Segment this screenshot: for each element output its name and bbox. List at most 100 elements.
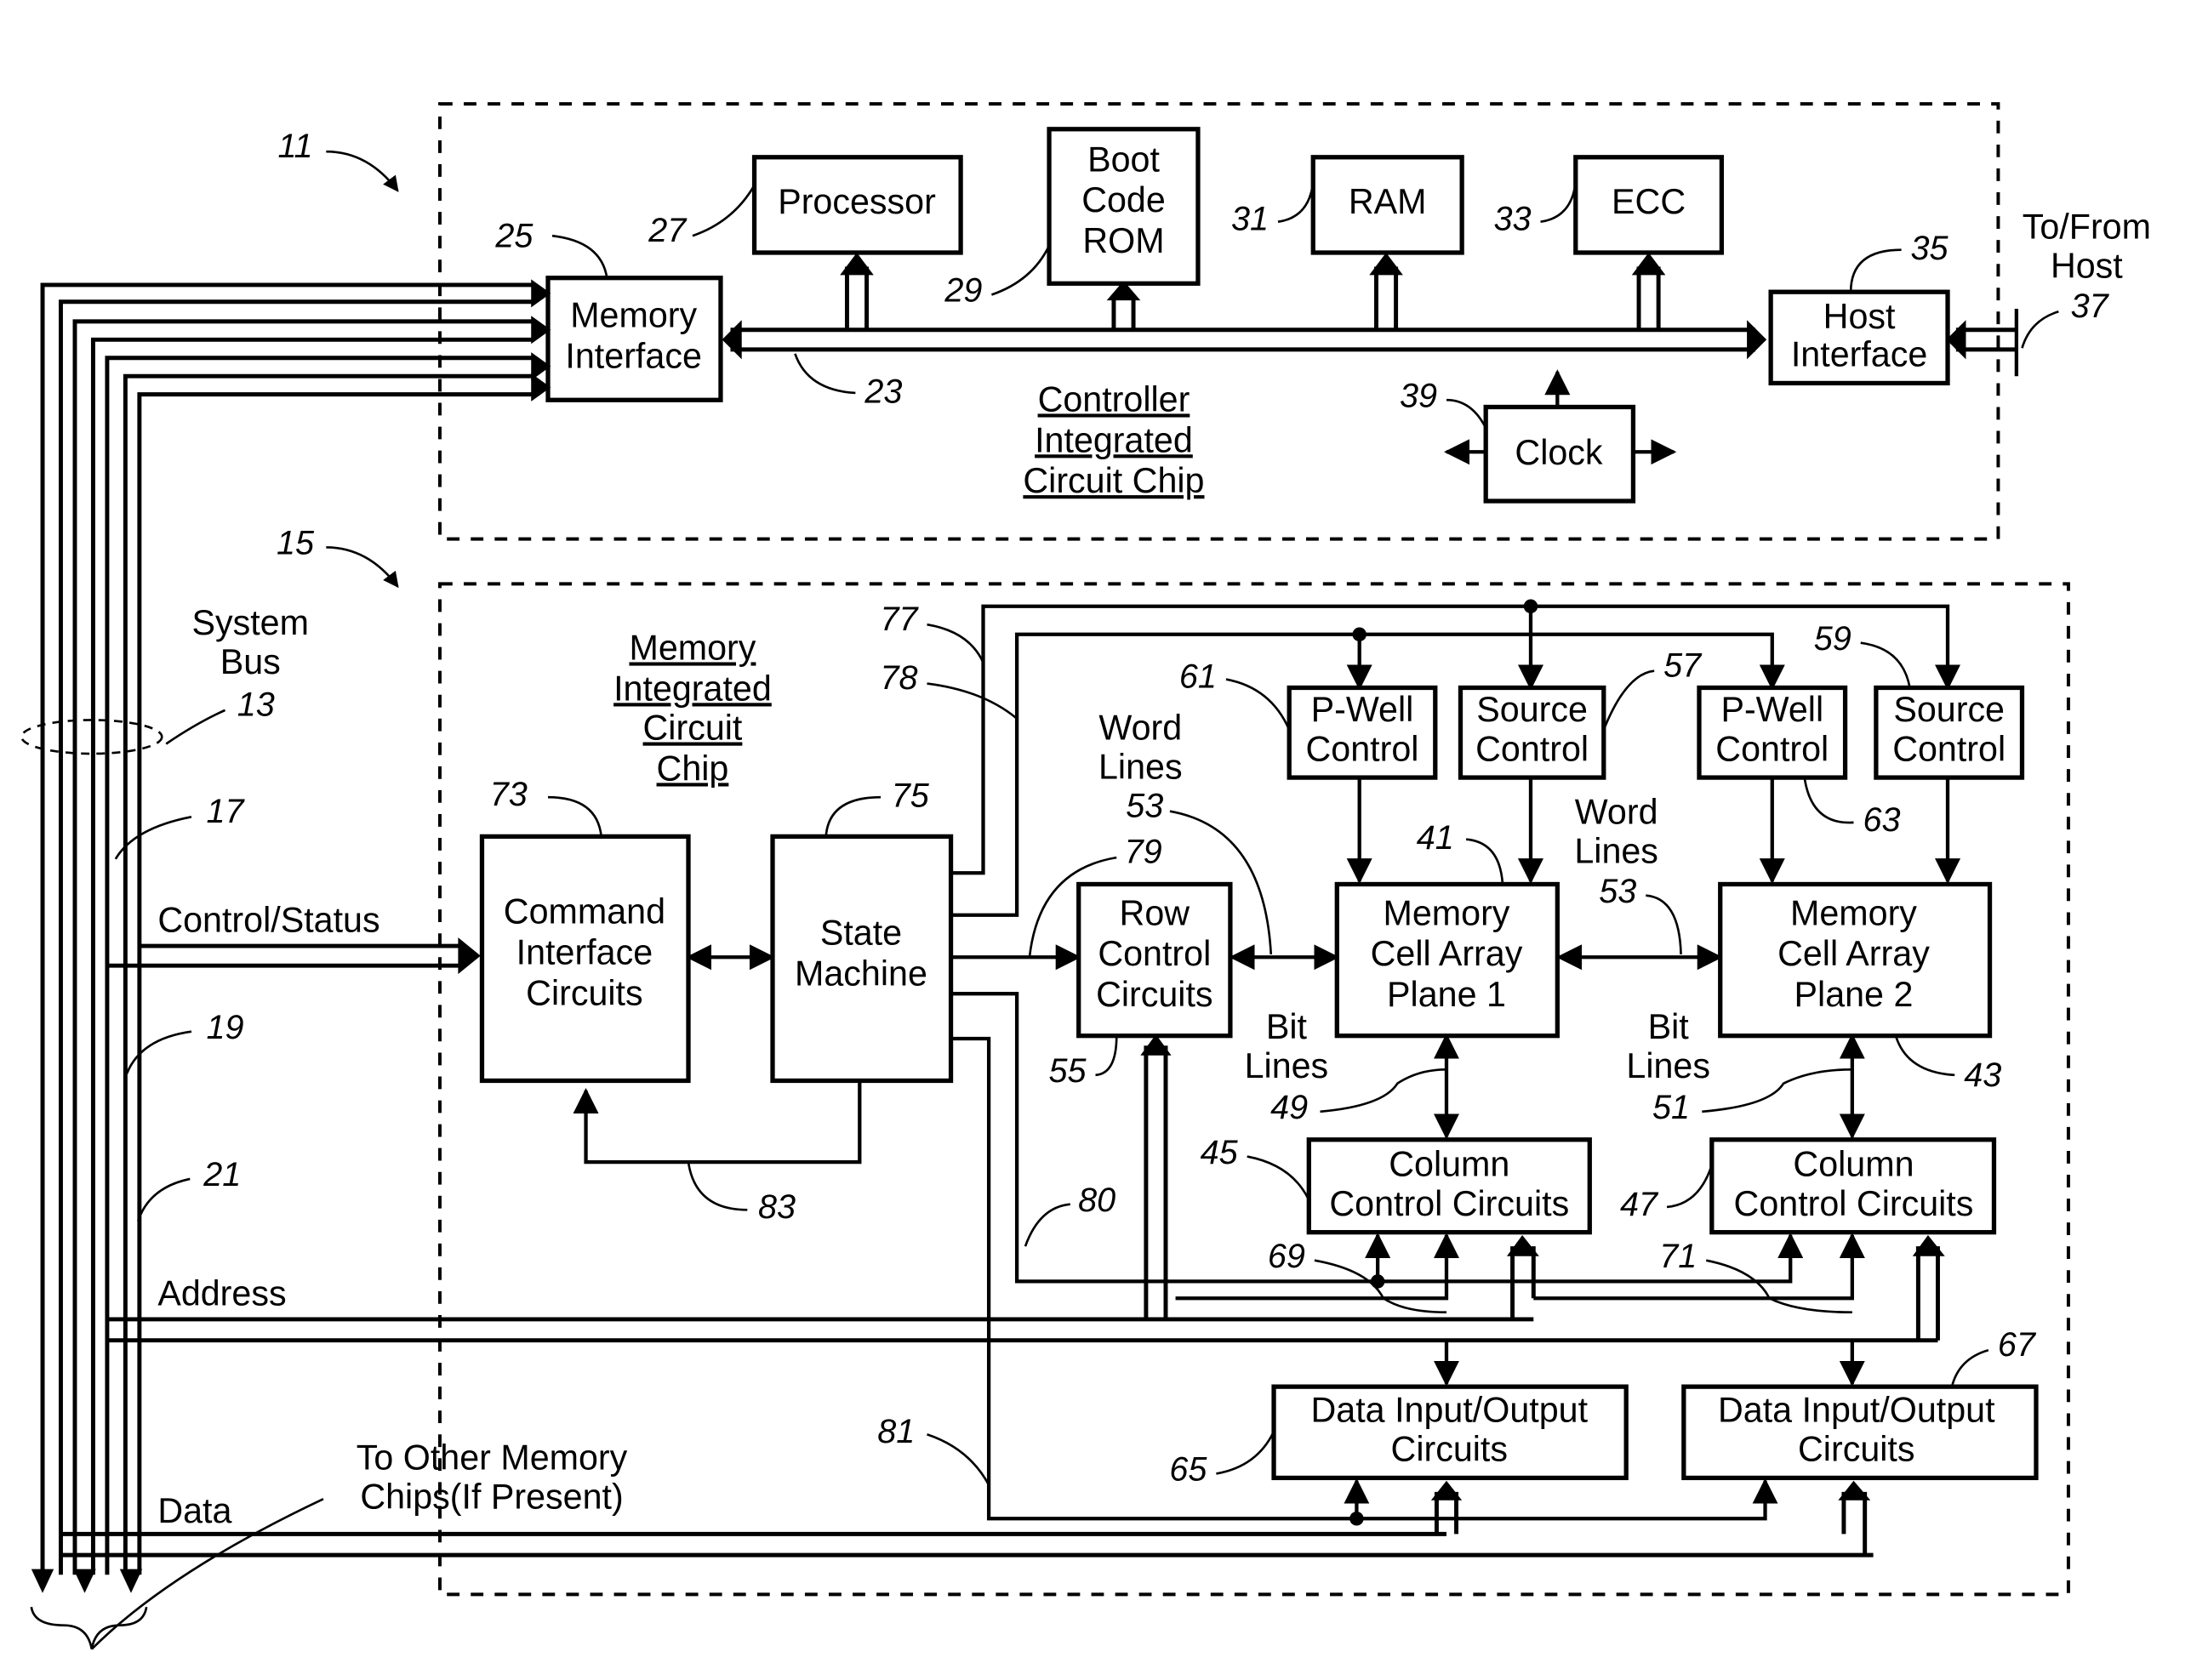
ref-75: 75 <box>892 777 930 815</box>
controller-chip-title: Controller Integrated Circuit Chip <box>1023 379 1204 500</box>
ref-27: 27 <box>648 212 688 249</box>
ref-13: 13 <box>237 686 275 723</box>
ref-78: 78 <box>880 659 917 697</box>
ref-19: 19 <box>207 1009 244 1046</box>
ref-61: 61 <box>1179 658 1217 695</box>
ref-67: 67 <box>1998 1326 2037 1364</box>
ref-41: 41 <box>1417 819 1454 857</box>
host-interface-block: Host Interface <box>1768 289 1950 386</box>
ref-63: 63 <box>1863 801 1900 839</box>
system-bus-lines <box>20 279 1938 1650</box>
state-machine-label-2: Machine <box>795 954 927 993</box>
ref-45: 45 <box>1201 1134 1239 1171</box>
plane1-label-3: Plane 1 <box>1387 975 1506 1014</box>
boot-rom-label-2: Code <box>1081 180 1166 219</box>
ram-label: RAM <box>1349 182 1427 221</box>
ref-37: 37 <box>2071 288 2110 325</box>
source1-label-1: Source <box>1476 690 1588 729</box>
bit-lines-1-label-1: Bit <box>1266 1007 1308 1046</box>
pwell-control-2-block: P-Well Control <box>1697 685 1848 780</box>
state-machine-block: State Machine <box>770 834 954 1084</box>
ecc-block: ECC <box>1573 155 1725 255</box>
row-control-label-2: Control <box>1098 934 1211 973</box>
word-lines-1-label-2: Lines <box>1098 748 1183 787</box>
word-lines-2-label-2: Lines <box>1574 832 1658 871</box>
word-lines-2-label-1: Word <box>1575 793 1658 832</box>
data-label: Data <box>157 1491 231 1530</box>
col2-label-1: Column <box>1793 1145 1914 1184</box>
memory-interface-label-2: Interface <box>565 336 701 375</box>
pwell1-label-1: P-Well <box>1311 690 1414 729</box>
other-chips-label-2: Chips(If Present) <box>360 1478 623 1517</box>
ref-79: 79 <box>1125 834 1162 871</box>
col2-label-2: Control Circuits <box>1734 1184 1974 1223</box>
ref-17: 17 <box>207 793 246 830</box>
other-chips-label-1: To Other Memory <box>357 1438 628 1478</box>
memory-title-1: Memory <box>630 628 756 667</box>
memory-title-4: Chip <box>657 749 729 788</box>
control-status-label: Control/Status <box>157 901 379 940</box>
ref-29: 29 <box>944 272 982 310</box>
ref-71: 71 <box>1659 1238 1697 1275</box>
controller-title-1: Controller <box>1038 379 1190 419</box>
col1-label-2: Control Circuits <box>1329 1184 1569 1223</box>
bit-lines-1-label-2: Lines <box>1245 1046 1329 1085</box>
memory-interface-label-1: Memory <box>570 295 697 334</box>
ref-73: 73 <box>490 776 528 813</box>
ref-65: 65 <box>1169 1451 1207 1489</box>
bit-lines-2-label-2: Lines <box>1626 1046 1710 1085</box>
pwell2-label-2: Control <box>1715 729 1829 768</box>
ref-25: 25 <box>494 217 533 254</box>
ref-47: 47 <box>1620 1186 1659 1223</box>
ref-77: 77 <box>880 601 919 638</box>
plane2-label-1: Memory <box>1790 893 1917 932</box>
ref-80: 80 <box>1078 1182 1115 1219</box>
ref-33: 33 <box>1494 201 1532 238</box>
ref-39: 39 <box>1400 377 1437 414</box>
ref-57: 57 <box>1663 646 1703 684</box>
memory-title-3: Circuit <box>643 709 743 748</box>
row-control-label-3: Circuits <box>1096 975 1212 1014</box>
ref-21: 21 <box>203 1156 241 1193</box>
source-control-1-block: Source Control <box>1458 685 1606 780</box>
pwell2-label-1: P-Well <box>1720 690 1823 729</box>
host-link-label-2: Host <box>2051 247 2123 286</box>
boot-rom-label-3: ROM <box>1082 221 1164 260</box>
command-interface-label-1: Command <box>504 892 665 931</box>
boot-rom-label-1: Boot <box>1087 140 1160 179</box>
state-machine-label-1: State <box>820 913 902 952</box>
plane1-label-2: Cell Array <box>1371 934 1523 973</box>
row-control-block: Row Control Circuits <box>1076 881 1233 1039</box>
source2-label-1: Source <box>1893 690 2005 729</box>
ram-block: RAM <box>1310 155 1464 255</box>
ref-43: 43 <box>1964 1056 2001 1094</box>
word-lines-1-label-1: Word <box>1098 709 1182 748</box>
dio1-label-1: Data Input/Output <box>1311 1390 1589 1429</box>
memory-interface-block: Memory Interface <box>545 276 723 402</box>
ref-51: 51 <box>1652 1089 1690 1126</box>
system-bus-label-2: Bus <box>220 642 281 681</box>
pwell-control-1-block: P-Well Control <box>1287 685 1438 780</box>
dio1-label-2: Circuits <box>1391 1430 1508 1469</box>
column-control-2-block: Column Control Circuits <box>1709 1137 1997 1235</box>
row-control-label-1: Row <box>1120 893 1190 932</box>
host-interface-label-1: Host <box>1823 297 1896 336</box>
processor-label: Processor <box>778 182 936 221</box>
data-io-1-block: Data Input/Output Circuits <box>1271 1384 1629 1481</box>
command-interface-label-2: Interface <box>516 933 653 972</box>
ref-55: 55 <box>1048 1052 1087 1090</box>
clock-label: Clock <box>1515 433 1602 472</box>
host-link-label-1: To/From <box>2023 207 2151 246</box>
ref-11: 11 <box>277 128 312 165</box>
clock-block: Clock <box>1483 404 1636 504</box>
ref-49: 49 <box>1270 1089 1308 1126</box>
address-label: Address <box>157 1273 286 1313</box>
plane1-label-1: Memory <box>1384 893 1510 932</box>
ref-83: 83 <box>758 1188 796 1226</box>
processor-block: Processor <box>751 155 963 255</box>
dio2-label-1: Data Input/Output <box>1718 1390 1995 1429</box>
ref-81: 81 <box>877 1413 915 1450</box>
pwell1-label-2: Control <box>1306 729 1419 768</box>
command-interface-label-3: Circuits <box>526 973 642 1012</box>
command-interface-block: Command Interface Circuits <box>479 834 691 1084</box>
